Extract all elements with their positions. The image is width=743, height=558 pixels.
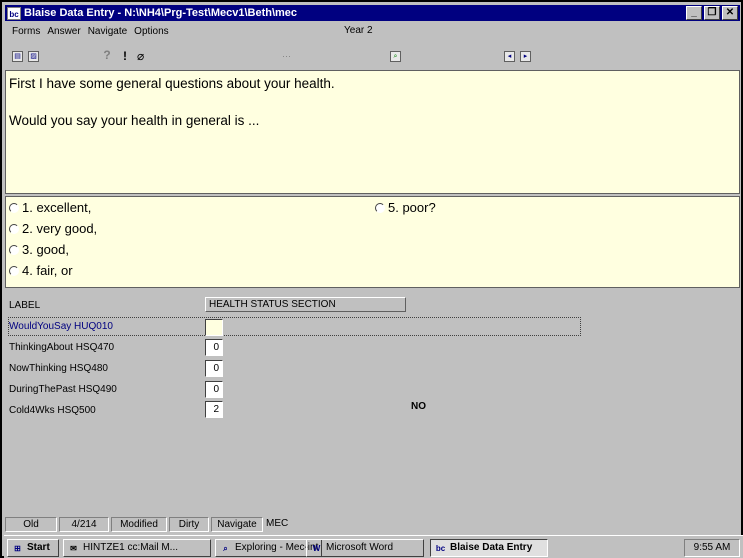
status-position: 4/214 — [59, 517, 109, 532]
field-label-hsq470[interactable]: ThinkingAbout HSQ470 — [9, 342, 114, 353]
field-value-huq010[interactable] — [205, 319, 223, 336]
field-value-hsq500[interactable]: 2 — [205, 401, 223, 418]
radio-button[interactable] — [9, 223, 19, 234]
answer-option-1-label: 1. excellent, — [22, 200, 92, 215]
app-window: bc Blaise Data Entry - N:\NH4\Prg-Test\M… — [0, 0, 743, 558]
explorer-icon: ⌕ — [223, 543, 228, 553]
field-label-hsq490[interactable]: DuringThePast HSQ490 — [9, 384, 117, 395]
answer-option-5[interactable]: 5. poor? — [375, 200, 436, 215]
answer-pane: 1. excellent, 2. very good, 3. good, 4. … — [5, 196, 740, 288]
field-value-hsq480[interactable]: 0 — [205, 360, 223, 377]
taskbar-item-blaise-label: Blaise Data Entry — [450, 542, 533, 553]
field-value-hsq470[interactable]: 0 — [205, 339, 223, 356]
radio-button[interactable] — [9, 265, 19, 276]
next-picture-icon[interactable]: ▸ — [520, 51, 531, 62]
blaise-icon: bc — [435, 543, 446, 553]
status-bar: Old 4/214 Modified Dirty Navigate MEC — [5, 517, 740, 533]
label-header: LABEL — [9, 300, 41, 311]
title-bar: bc Blaise Data Entry - N:\NH4\Prg-Test\M… — [5, 5, 740, 21]
menu-options[interactable]: Options — [134, 26, 168, 37]
start-label: Start — [27, 542, 50, 553]
picture-icon[interactable]: ▨ — [28, 51, 39, 62]
field-pane: LABEL HEALTH STATUS SECTION WouldYouSay … — [5, 294, 740, 516]
answer-option-4-label: 4. fair, or — [22, 263, 73, 278]
app-icon[interactable]: bc — [7, 6, 21, 20]
answer-option-3-label: 3. good, — [22, 242, 69, 257]
taskbar-item-blaise[interactable]: bc Blaise Data Entry — [430, 539, 548, 557]
taskbar: ⊞ Start ✉ HINTZE1 cc:Mail M... ⌕ Explori… — [4, 535, 743, 558]
question-text: Would you say your health in general is … — [9, 113, 260, 128]
menu-bar: Forms Answer Navigate Options Year 2 — [5, 22, 740, 40]
find-icon[interactable]: ⌕ — [390, 51, 401, 62]
toolbar-separator: ··· — [282, 51, 291, 61]
field-label-hsq480[interactable]: NowThinking HSQ480 — [9, 363, 108, 374]
start-button[interactable]: ⊞ Start — [7, 539, 59, 557]
section-header: HEALTH STATUS SECTION — [205, 297, 406, 312]
status-dirty: Dirty — [169, 517, 209, 532]
windows-logo-icon: ⊞ — [14, 543, 21, 553]
menu-answer[interactable]: Answer — [47, 26, 80, 37]
remark-icon[interactable]: ! — [123, 49, 127, 64]
toolbar: ▤ ▨ ? ! ⌀ ··· ⌕ ◂ ▸ — [5, 44, 740, 70]
taskbar-item-ccmail[interactable]: ✉ HINTZE1 cc:Mail M... — [63, 539, 211, 557]
answer-option-5-label: 5. poor? — [388, 200, 436, 215]
taskbar-item-ccmail-label: HINTZE1 cc:Mail M... — [83, 542, 179, 553]
restore-button[interactable]: ❐ — [704, 6, 720, 20]
radio-button[interactable] — [9, 202, 19, 213]
answer-option-4[interactable]: 4. fair, or — [9, 263, 73, 278]
status-mode: Navigate — [211, 517, 263, 532]
answer-option-2[interactable]: 2. very good, — [9, 221, 97, 236]
prev-picture-icon[interactable]: ◂ — [504, 51, 515, 62]
word-icon: W — [312, 543, 321, 553]
menu-navigate[interactable]: Navigate — [88, 26, 127, 37]
answer-option-2-label: 2. very good, — [22, 221, 98, 236]
status-module: MEC — [266, 518, 289, 529]
field-value-hsq490[interactable]: 0 — [205, 381, 223, 398]
field-label-hsq500[interactable]: Cold4Wks HSQ500 — [9, 405, 96, 416]
radio-button[interactable] — [375, 202, 385, 213]
copy-icon[interactable]: ▤ — [12, 51, 23, 62]
status-modified: Modified — [111, 517, 167, 532]
close-button[interactable]: ✕ — [722, 6, 738, 20]
attach-icon[interactable]: ⌀ — [137, 49, 144, 64]
answer-text-hsq500: NO — [411, 401, 426, 412]
taskbar-item-word[interactable]: W Microsoft Word — [306, 539, 424, 557]
minimize-button[interactable]: _ — [686, 6, 702, 20]
menu-forms[interactable]: Forms — [12, 26, 40, 37]
taskbar-item-word-label: Microsoft Word — [326, 542, 394, 553]
question-pane: First I have some general questions abou… — [5, 70, 740, 194]
answer-option-3[interactable]: 3. good, — [9, 242, 69, 257]
help-icon[interactable]: ? — [100, 48, 114, 62]
question-intro: First I have some general questions abou… — [9, 76, 335, 91]
radio-button[interactable] — [9, 244, 19, 255]
answer-option-1[interactable]: 1. excellent, — [9, 200, 91, 215]
field-label-huq010[interactable]: WouldYouSay HUQ010 — [9, 321, 113, 332]
status-state: Old — [5, 517, 57, 532]
mail-icon: ✉ — [70, 543, 77, 553]
window-title: Blaise Data Entry - N:\NH4\Prg-Test\Mecv… — [24, 7, 298, 19]
year-label: Year 2 — [344, 25, 373, 36]
taskbar-clock: 9:55 AM — [684, 539, 740, 557]
